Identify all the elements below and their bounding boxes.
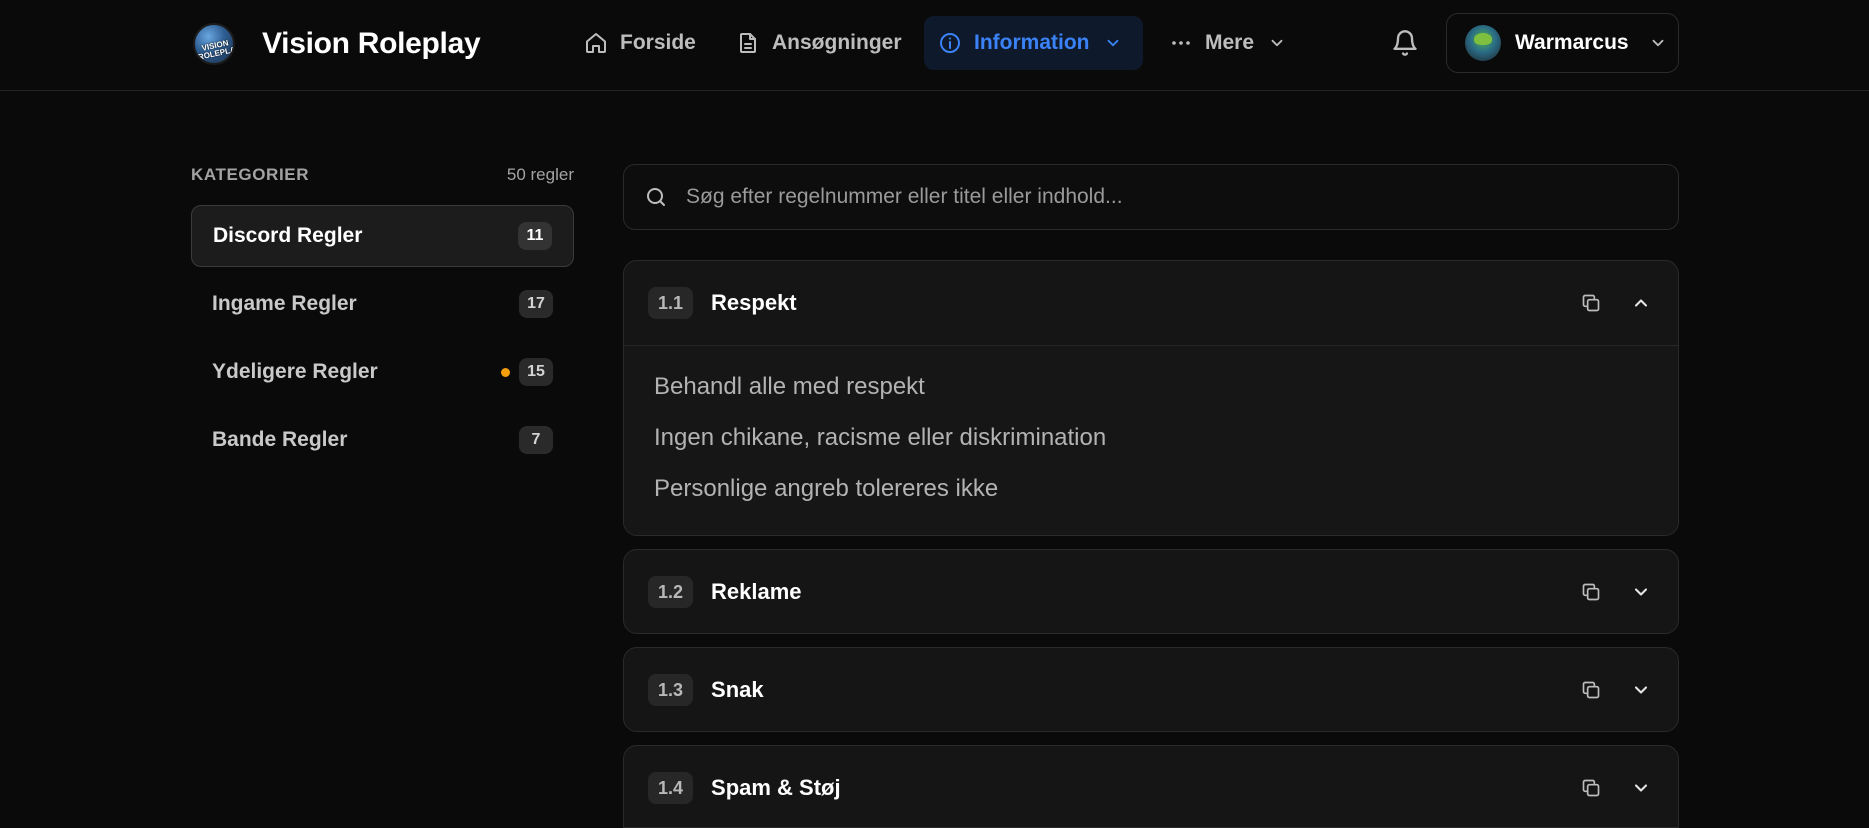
chevron-down-icon xyxy=(1634,686,1648,694)
user-menu-button[interactable]: Warmarcus xyxy=(1446,13,1679,73)
nav-mere[interactable]: Mere xyxy=(1155,16,1300,70)
info-icon xyxy=(940,33,960,53)
copy-icon xyxy=(1582,681,1600,699)
category-count-badge: 15 xyxy=(519,358,553,386)
expand-button[interactable] xyxy=(1626,773,1656,803)
category-discord-regler[interactable]: Discord Regler 11 xyxy=(191,205,574,267)
rule-body: Behandl alle med respekt Ingen chikane, … xyxy=(624,345,1678,535)
logo[interactable]: VISION ROLEPLAY xyxy=(193,23,235,65)
search-input[interactable] xyxy=(686,185,1678,209)
rule-line: Ingen chikane, racisme eller diskriminat… xyxy=(654,424,1107,451)
category-ingame-regler[interactable]: Ingame Regler 17 xyxy=(191,273,574,335)
rule-title: Respekt xyxy=(711,290,797,315)
rule-title: Spam & Støj xyxy=(711,775,841,800)
nav-forside[interactable]: Forside xyxy=(570,16,710,70)
chevron-up-icon xyxy=(1634,299,1648,307)
category-count-badge: 11 xyxy=(518,222,552,250)
nav-ansogninger[interactable]: Ansøgninger xyxy=(722,16,916,70)
document-icon xyxy=(740,33,756,53)
copy-button[interactable] xyxy=(1576,577,1606,607)
user-name: Warmarcus xyxy=(1515,31,1629,54)
chevron-down-icon xyxy=(1107,39,1118,47)
home-icon xyxy=(586,33,606,53)
rule-line: Behandl alle med respekt xyxy=(654,373,925,400)
chevron-down-icon xyxy=(1634,588,1648,596)
expand-button[interactable] xyxy=(1626,577,1656,607)
rules-total-count: 50 regler xyxy=(506,165,574,184)
chevron-down-icon xyxy=(1652,39,1664,47)
copy-icon xyxy=(1582,294,1600,312)
category-label: Ingame Regler xyxy=(212,292,357,315)
category-label: Discord Regler xyxy=(213,224,363,247)
rule-card-expanded: 1.1 Respekt Behandl alle med respekt Ing… xyxy=(623,260,1679,536)
nav-ansogninger-label: Ansøgninger xyxy=(772,31,902,54)
copy-icon xyxy=(1582,583,1600,601)
categories-heading: KATEGORIER xyxy=(191,165,310,184)
rule-card[interactable]: 1.2 Reklame xyxy=(623,549,1679,634)
top-navbar: VISION ROLEPLAY Vision Roleplay Forside … xyxy=(0,0,1869,91)
avatar xyxy=(1465,25,1501,61)
copy-icon xyxy=(1582,779,1600,797)
rule-card[interactable]: 1.3 Snak xyxy=(623,647,1679,732)
more-icon xyxy=(1172,41,1190,45)
category-label: Ydeligere Regler xyxy=(212,360,378,383)
rule-number-badge: 1.3 xyxy=(648,674,694,706)
rule-header[interactable]: 1.1 Respekt xyxy=(624,261,1678,345)
search-icon xyxy=(647,188,665,206)
rule-header[interactable]: 1.3 Snak xyxy=(624,648,1678,731)
chevron-down-icon xyxy=(1634,784,1648,792)
category-ydeligere-regler[interactable]: Ydeligere Regler 15 xyxy=(191,341,574,403)
category-count-badge: 17 xyxy=(519,290,553,318)
rule-title: Snak xyxy=(711,677,764,702)
rule-card[interactable]: 1.4 Spam & Støj xyxy=(623,745,1679,828)
nav-forside-label: Forside xyxy=(620,31,696,54)
copy-button[interactable] xyxy=(1576,288,1606,318)
nav-information[interactable]: Information xyxy=(924,16,1143,70)
rule-number-badge: 1.4 xyxy=(648,772,694,804)
brand-name[interactable]: Vision Roleplay xyxy=(262,23,481,65)
category-count-badge: 7 xyxy=(519,426,553,454)
category-label: Bande Regler xyxy=(212,428,348,451)
rule-header[interactable]: 1.2 Reklame xyxy=(624,550,1678,633)
copy-button[interactable] xyxy=(1576,675,1606,705)
chevron-down-icon xyxy=(1271,39,1283,47)
nav-information-label: Information xyxy=(974,31,1090,54)
collapse-button[interactable] xyxy=(1626,288,1656,318)
bell-icon[interactable] xyxy=(1391,29,1419,57)
copy-button[interactable] xyxy=(1576,773,1606,803)
rule-number-badge: 1.1 xyxy=(648,287,694,319)
expand-button[interactable] xyxy=(1626,675,1656,705)
nav-mere-label: Mere xyxy=(1205,31,1255,54)
logo-text: VISION ROLEPLAY xyxy=(197,38,235,62)
rule-line: Personlige angreb tolereres ikke xyxy=(654,475,999,502)
rule-header[interactable]: 1.4 Spam & Støj xyxy=(624,746,1678,827)
update-dot-indicator xyxy=(501,367,510,377)
search-bar[interactable] xyxy=(623,164,1679,230)
rule-number-badge: 1.2 xyxy=(648,576,694,608)
category-bande-regler[interactable]: Bande Regler 7 xyxy=(191,409,574,471)
rule-title: Reklame xyxy=(711,579,802,604)
